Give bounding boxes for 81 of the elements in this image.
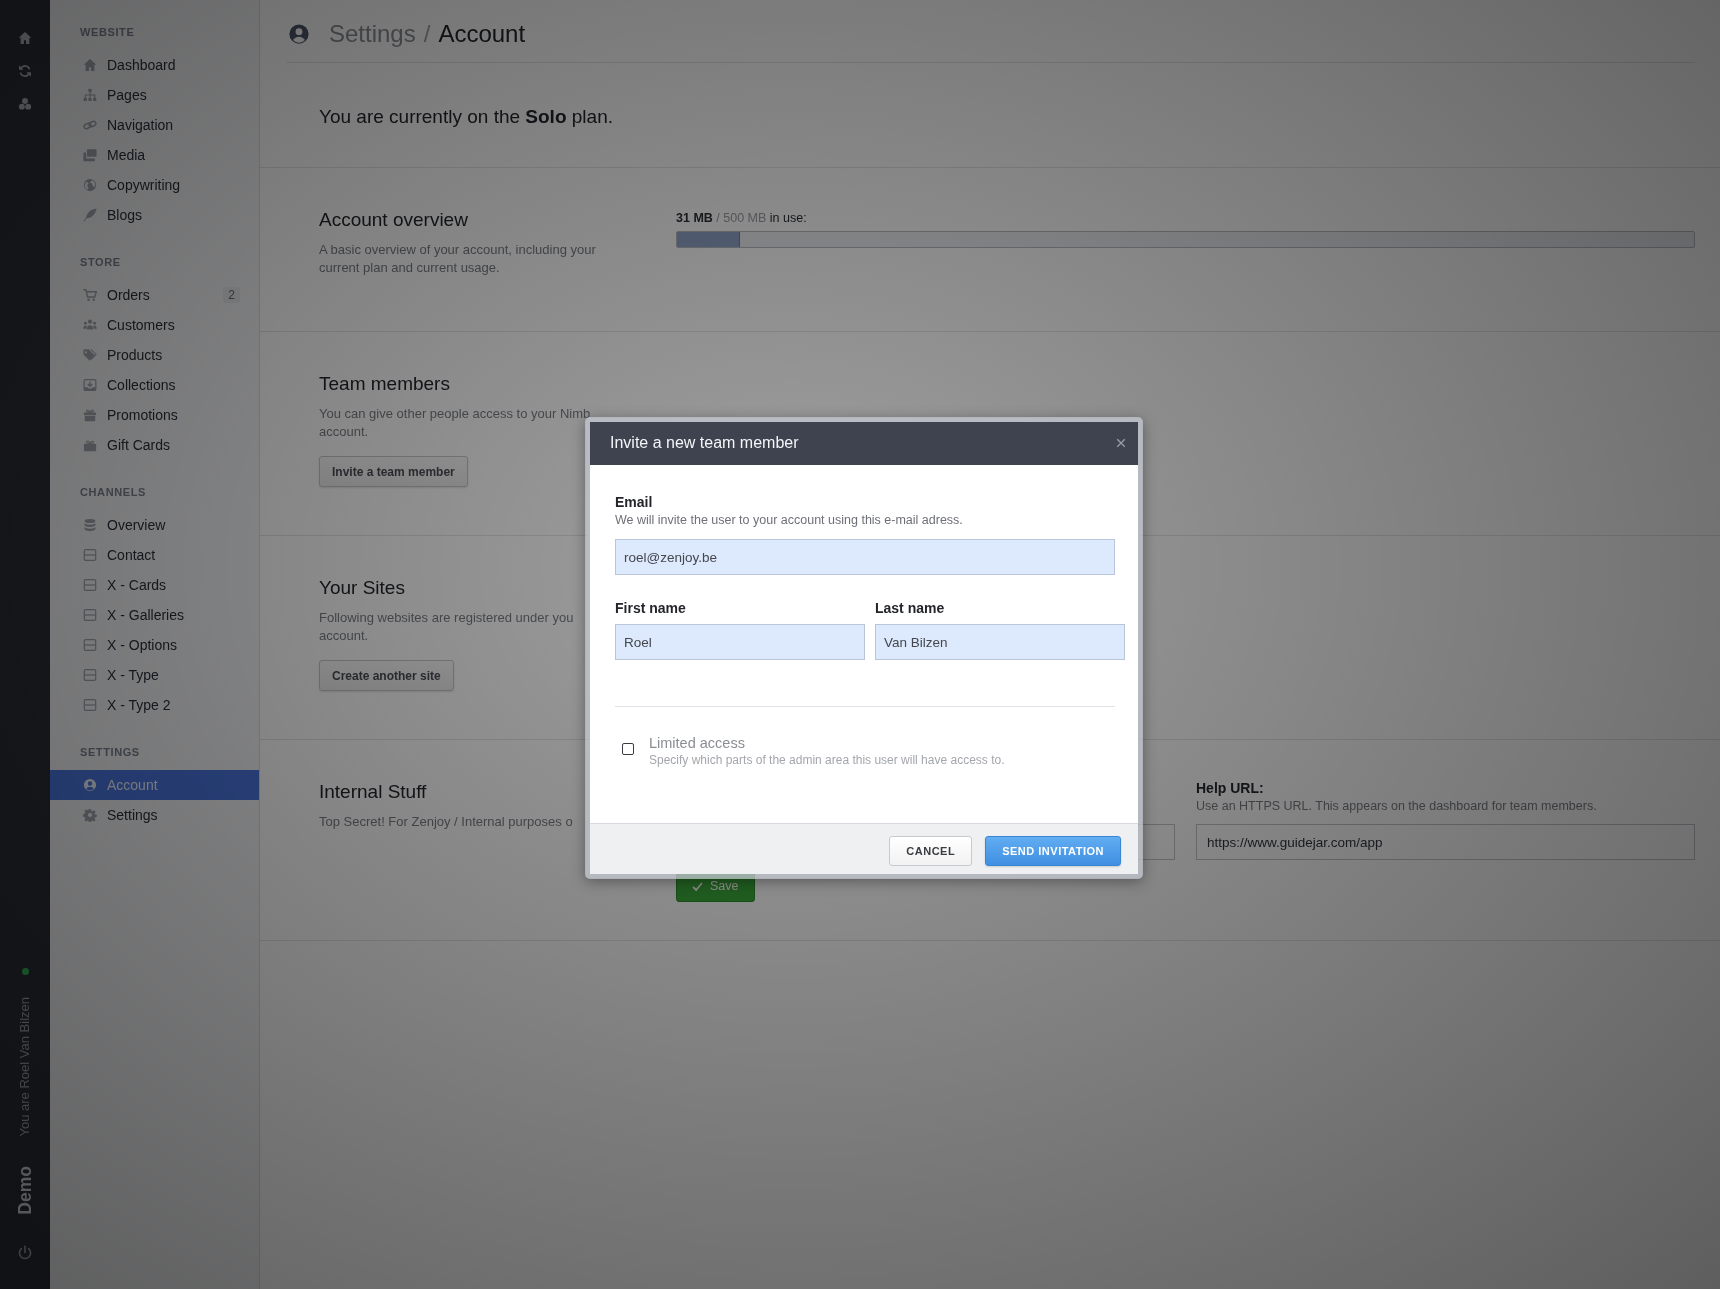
sidebar-item[interactable]: Account	[50, 770, 259, 800]
link-icon	[83, 118, 97, 132]
panel-icon	[83, 608, 97, 622]
close-icon[interactable]	[1116, 437, 1126, 448]
section-title: Team members	[319, 372, 450, 396]
power-icon[interactable]	[17, 1245, 33, 1261]
panel-icon	[83, 548, 97, 562]
action-button[interactable]: Invite a team member	[319, 456, 468, 487]
page-title: Account	[438, 20, 526, 48]
site-name: Demo	[14, 1166, 36, 1215]
panel-icon	[83, 698, 97, 712]
sidebar-item[interactable]: X - Type 2	[50, 690, 259, 720]
action-button[interactable]: Create another site	[319, 660, 454, 691]
globe-icon	[83, 178, 97, 192]
sidebar-item[interactable]: Media	[50, 140, 259, 170]
panel-icon	[83, 638, 97, 652]
count-badge: 2	[223, 287, 240, 303]
section-description: A basic overview of your account, including your current plan and current usage.	[319, 241, 596, 277]
sidebar-item[interactable]: X - Options	[50, 630, 259, 660]
sidebar-item[interactable]: Settings	[50, 800, 259, 830]
sidebar-item[interactable]: Orders 2	[50, 280, 259, 310]
sidebar-item[interactable]: Promotions	[50, 400, 259, 430]
inbox-icon	[83, 378, 97, 392]
plan-notice: You are currently on the Solo plan.	[319, 105, 613, 129]
section-title: Account overview	[319, 208, 468, 232]
feather-icon	[83, 208, 97, 222]
home-icon[interactable]	[18, 31, 32, 45]
sidebar-item[interactable]: Collections	[50, 370, 259, 400]
breadcrumb-separator: /	[423, 20, 431, 48]
email-input[interactable]: roel@zenjoy.be	[615, 539, 1115, 575]
cancel-button[interactable]: CANCEL	[889, 836, 973, 866]
sidebar-item[interactable]: X - Type	[50, 660, 259, 690]
sidebar-item[interactable]: Customers	[50, 310, 259, 340]
sidebar-item[interactable]: Gift Cards	[50, 430, 259, 460]
section-title: Your Sites	[319, 576, 405, 600]
sidebar-item[interactable]: Overview	[50, 510, 259, 540]
sidebar-section-title: STORE	[80, 256, 121, 269]
gift-icon	[83, 408, 97, 422]
users-icon	[83, 318, 97, 332]
database-icon	[83, 518, 97, 532]
sidebar-item[interactable]: Blogs	[50, 200, 259, 230]
sidebar-section-title: CHANNELS	[80, 486, 146, 499]
last-name-input[interactable]: Van Bilzen	[875, 624, 1125, 660]
sidebar-item[interactable]: Contact	[50, 540, 259, 570]
cart-icon	[83, 288, 97, 302]
field-label: Help URL:	[1196, 780, 1264, 796]
settings-icon	[83, 808, 97, 822]
field-label: Email	[615, 493, 653, 512]
sidebar-item[interactable]: X - Galleries	[50, 600, 259, 630]
panel-icon	[83, 668, 97, 682]
sidebar-item[interactable]: Products	[50, 340, 259, 370]
field-hint: Use an HTTPS URL. This appears on the dashboard for team members.	[1196, 798, 1597, 814]
section-title: Internal Stuff	[319, 780, 427, 804]
tags-icon	[83, 348, 97, 362]
sitemap-icon	[83, 88, 97, 102]
field-hint: Specify which parts of the admin area this user will have access to.	[649, 752, 1005, 768]
checkbox-label: Limited access	[649, 734, 745, 752]
sidebar-item[interactable]: X - Cards	[50, 570, 259, 600]
dialog-title: Invite a new team member	[610, 433, 799, 452]
section-description: You can give other people access to your Nimb account.	[319, 405, 591, 441]
sidebar-item[interactable]: Navigation	[50, 110, 259, 140]
send-button[interactable]: SEND INVITATION	[985, 836, 1121, 866]
sidebar-item[interactable]: Dashboard	[50, 50, 259, 80]
check-icon	[692, 880, 703, 892]
sidebar-item[interactable]: Pages	[50, 80, 259, 110]
checkbox[interactable]	[622, 743, 634, 755]
panel-icon	[83, 578, 97, 592]
field-label: Last name	[875, 599, 945, 618]
section-description: Following websites are registered under you account.	[319, 609, 574, 645]
sidebar-item[interactable]: Copywriting	[50, 170, 259, 200]
sidebar-section-title: SETTINGS	[80, 746, 140, 759]
circles-icon[interactable]	[18, 97, 32, 111]
text-input[interactable]: https://www.guidejar.com/app	[1196, 824, 1695, 860]
first-name-input[interactable]: Roel	[615, 624, 865, 660]
images-icon	[83, 148, 97, 162]
section-description: Top Secret! For Zenjoy / Internal purposes o	[319, 813, 573, 831]
field-label: First name	[615, 599, 686, 618]
house-icon	[83, 58, 97, 72]
refresh-icon[interactable]	[18, 64, 32, 78]
gift-card-icon	[83, 438, 97, 452]
field-hint: We will invite the user to your account using this e-mail adress.	[615, 512, 963, 528]
